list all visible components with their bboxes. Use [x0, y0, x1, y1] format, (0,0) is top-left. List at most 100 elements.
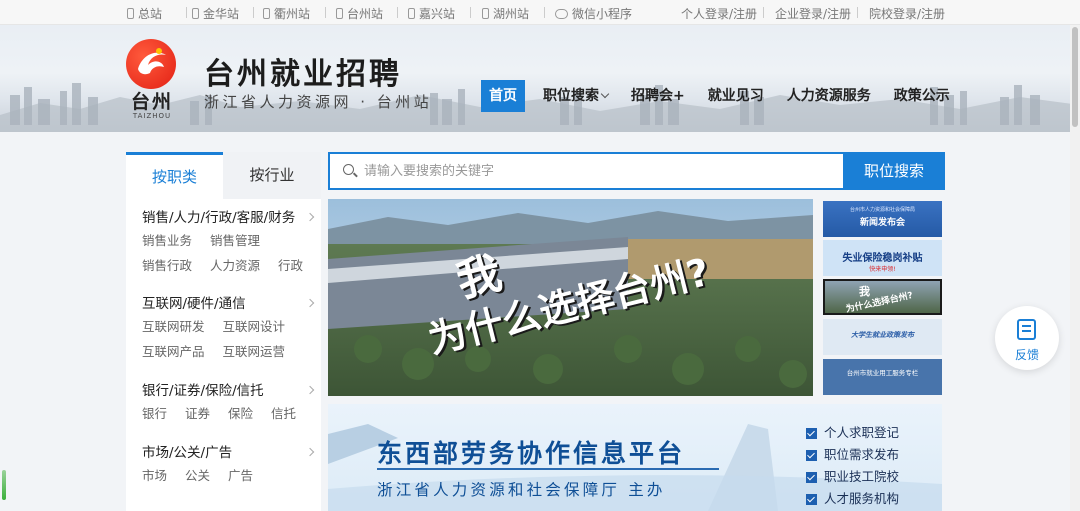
divider	[470, 7, 471, 18]
site-subtitle: 浙江省人力资源网 · 台州站	[204, 93, 433, 111]
category-link[interactable]: 信托	[271, 406, 296, 421]
platform-link-job-posting[interactable]: 职位需求发布	[806, 444, 899, 466]
thumbnail-unemployment-subsidy[interactable]: 失业保险稳岗补贴 快来申领!	[823, 240, 942, 276]
site-title: 台州就业招聘	[204, 57, 402, 92]
platform-link-job-registration[interactable]: 个人求职登记	[806, 422, 899, 444]
category-group-internet: 互联网/硬件/通信 互联网研发 互联网设计 互联网产品 互联网运营	[142, 294, 317, 364]
company-login-link[interactable]: 企业登录/注册	[775, 5, 851, 22]
logo-swirl-icon	[138, 48, 166, 75]
site-link-huzhou[interactable]: 湖州站	[482, 5, 529, 22]
search-input[interactable]	[364, 157, 834, 185]
main-banner[interactable]: 我 为什么选择台州?	[328, 199, 813, 396]
category-link[interactable]: 公关	[185, 468, 210, 483]
site-link-taizhou[interactable]: 台州站	[336, 5, 383, 22]
category-link[interactable]: 销售行政	[142, 258, 192, 273]
platform-link-talent-agencies[interactable]: 人才服务机构	[806, 488, 899, 510]
divider	[186, 7, 187, 18]
category-title[interactable]: 销售/人力/行政/客服/财务	[142, 208, 317, 228]
tab-by-job-type[interactable]: 按职类	[126, 152, 223, 199]
top-bar: 总站 金华站 衢州站 台州站 嘉兴站 湖州站 微信小程序 个人登录/注册 企业登…	[0, 0, 1080, 25]
chevron-right-icon	[305, 298, 315, 308]
nav-hr-services[interactable]: 人力资源服务	[778, 80, 880, 112]
category-row: 销售行政 人力资源 行政	[142, 253, 317, 278]
nav-home[interactable]: 首页	[481, 80, 525, 112]
category-row: 市场 公关 广告	[142, 463, 317, 488]
site-link-quzhou[interactable]: 衢州站	[263, 5, 310, 22]
category-row: 银行 证券 保险 信托	[142, 401, 317, 426]
category-link[interactable]: 互联网产品	[142, 344, 205, 359]
platform-link-vocational-schools[interactable]: 职业技工院校	[806, 466, 899, 488]
mobile-icon	[482, 8, 489, 19]
search-button[interactable]: 职位搜索	[843, 152, 945, 190]
site-link-jiaxing[interactable]: 嘉兴站	[408, 5, 455, 22]
page-scrollbar[interactable]	[1070, 25, 1080, 511]
personal-login-link[interactable]: 个人登录/注册	[681, 5, 757, 22]
category-row: 销售业务 销售管理	[142, 228, 317, 253]
divider	[544, 7, 545, 18]
category-link[interactable]: 市场	[142, 468, 167, 483]
nav-internship[interactable]: 就业见习	[699, 80, 773, 112]
side-indicator	[2, 470, 6, 500]
category-link[interactable]: 证券	[185, 406, 210, 421]
checkbox-icon	[806, 493, 817, 505]
category-panel: 按职类 按行业 销售/人力/行政/客服/财务 销售业务 销售管理 销售行政 人力资源…	[126, 152, 321, 511]
platform-links: 个人求职登记 职位需求发布 职业技工院校 人才服务机构	[806, 422, 899, 510]
mobile-icon	[263, 8, 270, 19]
thumbnail-press-conference[interactable]: 台州市人力资源和社会保障局 新闻发布会	[823, 201, 942, 237]
site-header: 台州 TAIZHOU 台州就业招聘 浙江省人力资源网 · 台州站 首页 职位搜索…	[0, 25, 1080, 132]
school-login-link[interactable]: 院校登录/注册	[869, 5, 945, 22]
category-link[interactable]: 互联网运营	[223, 344, 286, 359]
main-nav: 首页 职位搜索 招聘会+ 就业见习 人力资源服务 政策公示	[481, 80, 964, 112]
category-link[interactable]: 广告	[228, 468, 253, 483]
thumbnail-graduate-policy[interactable]: 大学生就业政策发布	[823, 319, 942, 355]
category-title[interactable]: 市场/公关/广告	[142, 443, 317, 463]
platform-title: 东西部劳务协作信息平台	[377, 439, 686, 468]
site-link-main[interactable]: 总站	[127, 5, 162, 22]
category-link[interactable]: 互联网设计	[223, 319, 286, 334]
category-row: 互联网研发 互联网设计	[142, 314, 317, 339]
mobile-icon	[127, 8, 134, 19]
category-group-marketing: 市场/公关/广告 市场 公关 广告	[142, 443, 317, 488]
wechat-icon	[555, 8, 568, 19]
divider	[253, 7, 254, 18]
chevron-right-icon	[305, 447, 315, 457]
category-link[interactable]: 保险	[228, 406, 253, 421]
scrollbar-thumb[interactable]	[1072, 27, 1078, 127]
category-link[interactable]: 销售业务	[142, 233, 192, 248]
checkbox-icon	[806, 471, 817, 483]
divider	[397, 7, 398, 18]
feedback-button[interactable]: 反馈	[995, 306, 1059, 370]
category-group-finance: 银行/证券/保险/信托 银行 证券 保险 信托	[142, 381, 317, 426]
nav-policy[interactable]: 政策公示	[885, 80, 959, 112]
chevron-right-icon	[305, 385, 315, 395]
category-title[interactable]: 银行/证券/保险/信托	[142, 381, 317, 401]
mobile-icon	[408, 8, 415, 19]
category-link[interactable]: 银行	[142, 406, 167, 421]
logo-text: 台州	[130, 91, 173, 113]
checkbox-icon	[806, 427, 817, 439]
category-link[interactable]: 销售管理	[210, 233, 260, 248]
category-group-sales: 销售/人力/行政/客服/财务 销售业务 销售管理 销售行政 人力资源 行政	[142, 208, 317, 278]
category-link[interactable]: 行政	[278, 258, 303, 273]
category-link[interactable]: 互联网研发	[142, 319, 205, 334]
chevron-right-icon	[305, 212, 315, 222]
nav-job-search[interactable]: 职位搜索	[534, 80, 617, 112]
east-west-platform-banner[interactable]: 东西部劳务协作信息平台 浙江省人力资源和社会保障厅 主办 个人求职登记 职位需求…	[328, 404, 942, 511]
category-row: 互联网产品 互联网运营	[142, 339, 317, 364]
thumbnail-why-taizhou[interactable]: 我 为什么选择台州?	[823, 279, 942, 315]
divider	[857, 7, 858, 18]
category-link[interactable]: 人力资源	[210, 258, 260, 273]
category-title[interactable]: 互联网/硬件/通信	[142, 294, 317, 314]
platform-subtitle: 浙江省人力资源和社会保障厅 主办	[377, 481, 666, 499]
edit-icon	[1017, 319, 1036, 340]
logo-english-text: TAIZHOU	[132, 112, 172, 120]
wechat-miniprogram-link[interactable]: 微信小程序	[555, 5, 632, 22]
nav-job-fair[interactable]: 招聘会+	[622, 80, 694, 112]
thumbnail-employment-service[interactable]: 台州市就业用工服务专栏	[823, 359, 942, 395]
divider	[325, 7, 326, 18]
divider	[763, 7, 764, 18]
checkbox-icon	[806, 449, 817, 461]
category-tabs: 按职类 按行业	[126, 152, 321, 199]
site-link-jinhua[interactable]: 金华站	[192, 5, 239, 22]
tab-by-industry[interactable]: 按行业	[223, 152, 321, 199]
